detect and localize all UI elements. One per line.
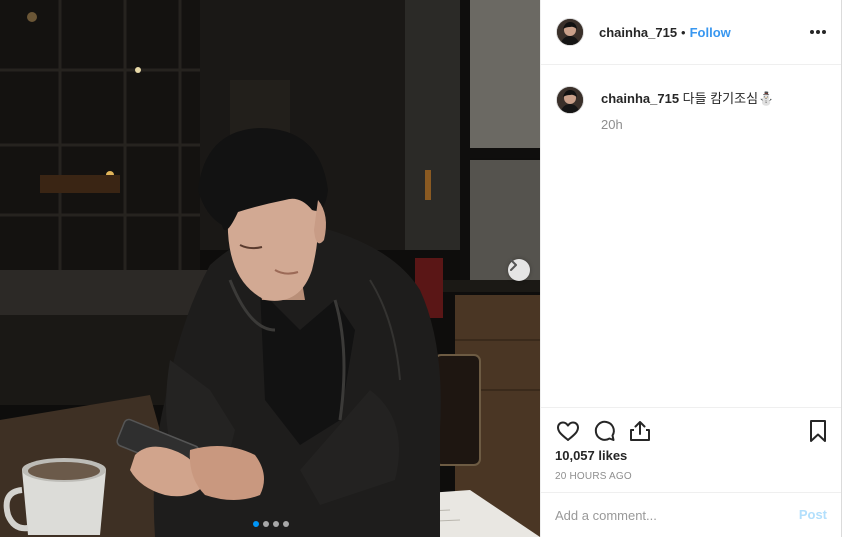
post-comment-button[interactable]: Post [799,507,827,522]
carousel-next-button[interactable] [508,259,530,281]
carousel-dots [253,521,289,527]
carousel-dot [253,521,259,527]
post-header: chainha_715 • Follow [541,0,841,65]
comment-box: Post [541,492,841,539]
share-icon [630,421,650,441]
header-text: chainha_715 • Follow [599,25,731,40]
post-date[interactable]: 20 HOURS AGO [555,471,632,482]
caption: chainha_715 다들 캄기조심⛄ [601,88,774,107]
more-options-button[interactable] [807,24,829,40]
post-side-panel: chainha_715 • Follow chainha_715 다들 캄기조심⛄ … [540,0,842,537]
carousel-dot [263,521,269,527]
caption-text: 다들 캄기조심⛄ [682,91,775,106]
avatar-image [557,87,583,113]
follow-button[interactable]: Follow [690,25,731,40]
carousel-dot [283,521,289,527]
save-button[interactable] [805,418,831,444]
avatar-image [557,19,583,45]
caption-time[interactable]: 20h [601,117,623,132]
caption-username-link[interactable]: chainha_715 [601,91,679,106]
username-link[interactable]: chainha_715 [599,25,677,40]
separator: • [681,25,686,40]
likes-count[interactable]: 10,057 likes [555,448,627,463]
avatar[interactable] [556,86,584,114]
heart-icon [557,421,579,441]
comment-input[interactable] [555,505,775,525]
like-button[interactable] [555,418,581,444]
chevron-right-icon [510,259,517,271]
avatar[interactable] [556,18,584,46]
comment-button[interactable] [591,418,617,444]
share-button[interactable] [627,418,653,444]
comment-bubble-icon [594,420,615,441]
more-options-icon [810,30,826,34]
carousel-dot [273,521,279,527]
actions-section: 10,057 likes 20 HOURS AGO Post [541,407,841,538]
bookmark-icon [810,420,826,442]
post-photo[interactable] [0,0,540,537]
photo-illustration [0,0,540,537]
